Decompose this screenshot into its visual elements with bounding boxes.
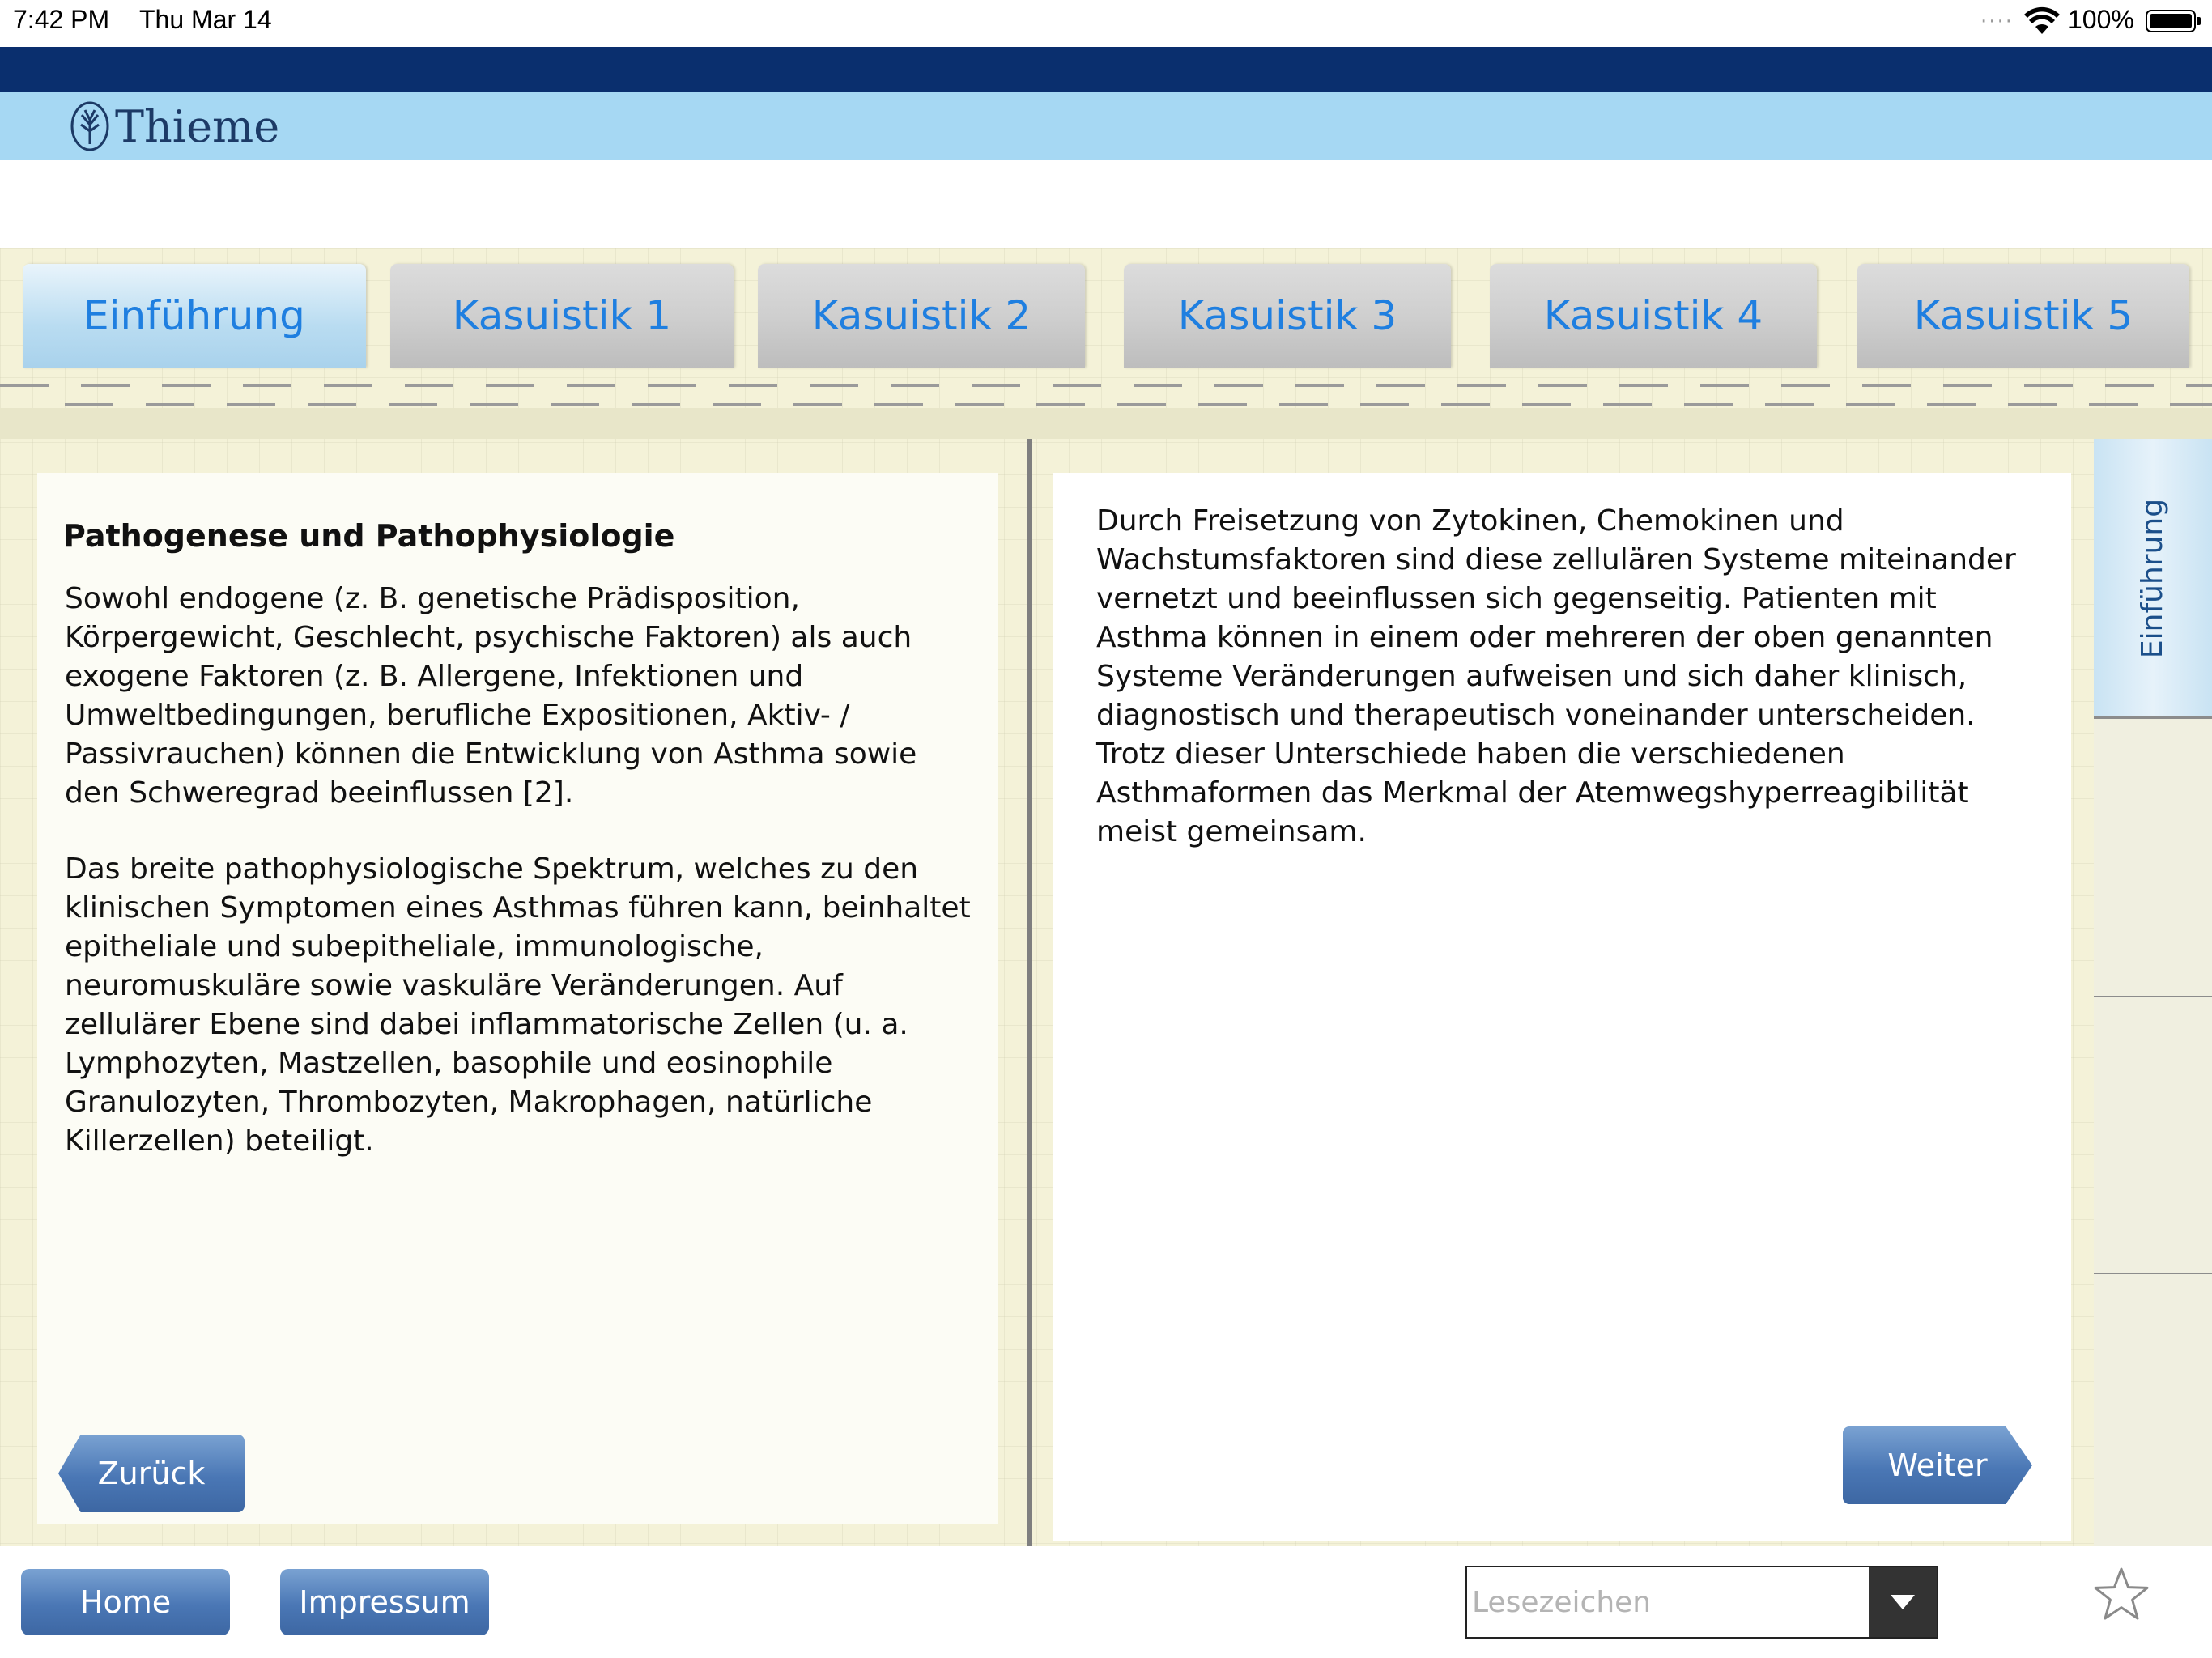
side-tab-label: Einführung [2136,498,2170,658]
side-tab-slot-2 [2094,717,2212,996]
side-tab-slot-3 [2094,996,2212,1274]
impressum-button[interactable]: Impressum [280,1569,489,1635]
status-bar: 7:42 PM Thu Mar 14 ···· 100% [0,0,2212,47]
battery-fill [2150,14,2192,28]
left-paragraph-1: Sowohl endogene (z. B. genetische Prädis… [65,582,917,810]
bookmark-input[interactable] [1467,1567,1872,1637]
wifi-icon [2024,6,2060,34]
cellular-signal-icon: ···· [1980,10,2014,34]
book-spine [1027,439,1032,1546]
divider-band [0,408,2212,439]
stitch-divider [0,384,2212,406]
bookmark-select[interactable] [1465,1566,1938,1639]
side-tab-label-wrap: Einführung [2094,439,2212,717]
star-icon[interactable] [2091,1564,2152,1626]
left-paragraph-2: Das breite pathophysiologische Spektrum,… [65,852,971,1158]
thieme-logo: Thieme [70,100,279,152]
header-spacer [0,160,2212,248]
chevron-down-icon [1891,1595,1915,1609]
battery-icon [2146,10,2201,32]
page-heading: Pathogenese und Pathophysiologie [63,518,675,554]
status-time: 7:42 PM [13,5,110,34]
bookmark-dropdown-button[interactable] [1869,1567,1937,1637]
right-paragraph-1: Durch Freisetzung von Zytokinen, Chemoki… [1096,504,2016,848]
back-button[interactable]: Zurück [58,1435,245,1512]
logo-text: Thieme [115,100,280,152]
tab-kasuistik-3[interactable]: Kasuistik 3 [1124,264,1451,368]
tab-einfuehrung[interactable]: Einführung [23,264,366,368]
tab-kasuistik-4[interactable]: Kasuistik 4 [1490,264,1817,368]
tab-kasuistik-1[interactable]: Kasuistik 1 [390,264,734,368]
battery-percentage: 100% [2068,5,2134,34]
thieme-logo-icon [70,101,109,151]
header-navy-band [0,47,2212,92]
status-date: Thu Mar 14 [139,5,272,34]
home-button[interactable]: Home [21,1569,230,1635]
next-button[interactable]: Weiter [1843,1426,2032,1504]
tab-kasuistik-5[interactable]: Kasuistik 5 [1857,264,2189,368]
header-light-band [0,92,2212,160]
tab-kasuistik-2[interactable]: Kasuistik 2 [758,264,1085,368]
side-tab-slot-4 [2094,1273,2212,1546]
